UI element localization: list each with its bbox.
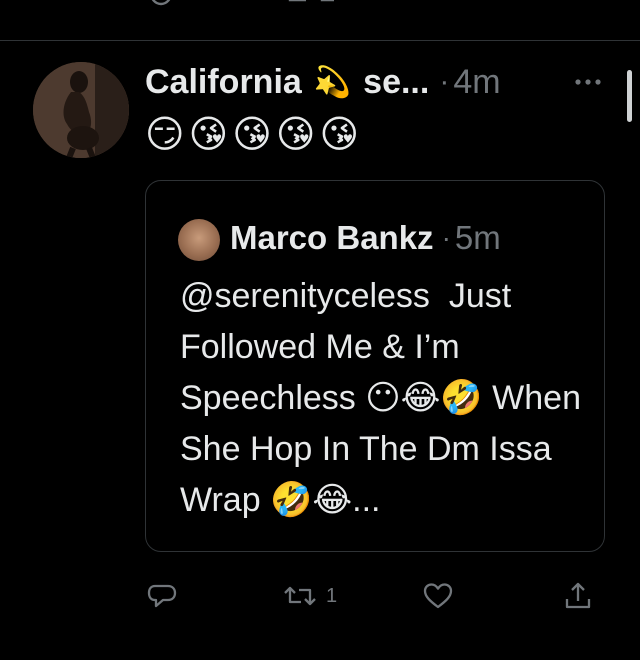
- name-emoji: 💫: [313, 65, 352, 99]
- retweet-count: 1: [326, 584, 338, 607]
- share-icon[interactable]: [566, 0, 596, 8]
- quoted-tweet-text: @serenityceless Just Followed Me & I’m S…: [180, 277, 591, 519]
- share-button[interactable]: [562, 576, 594, 616]
- retweet-icon[interactable]: [286, 0, 336, 8]
- avatar-photo: [33, 62, 129, 158]
- more-icon: [575, 79, 601, 85]
- previous-tweet-action-bar: [0, 0, 640, 10]
- reply-icon: [147, 584, 177, 608]
- like-button[interactable]: [422, 576, 454, 616]
- tweet-header: California 💫 se... · 4m: [145, 58, 501, 106]
- quoted-timestamp: 5m: [454, 219, 501, 256]
- quoted-display-name: Marco Bankz: [230, 219, 434, 256]
- separator-dot: ·: [439, 65, 450, 98]
- share-icon: [565, 582, 591, 609]
- reply-icon[interactable]: [146, 0, 176, 8]
- tweet-action-bar: 1: [0, 576, 640, 616]
- reply-button[interactable]: [146, 576, 178, 616]
- heart-icon: [423, 583, 453, 609]
- quoted-separator-dot: ·: [441, 222, 451, 253]
- heart-icon[interactable]: [426, 0, 450, 8]
- quoted-tweet-card[interactable]: Marco Bankz · 5m @serenityceless Just Fo…: [145, 180, 605, 552]
- tweet-divider: [0, 40, 640, 41]
- retweet-button[interactable]: 1: [282, 576, 337, 616]
- quoted-tweet-header: Marco Bankz · 5m: [230, 215, 501, 261]
- handle[interactable]: se...: [363, 63, 429, 102]
- display-name[interactable]: California: [145, 63, 302, 102]
- quoted-avatar: [178, 219, 220, 261]
- tweet-text: 😏😘😘😘😘: [145, 114, 364, 156]
- more-options-button[interactable]: [568, 68, 608, 96]
- timestamp[interactable]: 4m: [453, 63, 500, 102]
- scrollbar[interactable]: [627, 70, 632, 122]
- avatar[interactable]: [33, 62, 129, 158]
- retweet-icon: [284, 586, 316, 606]
- like-count-fragment: [464, 0, 494, 8]
